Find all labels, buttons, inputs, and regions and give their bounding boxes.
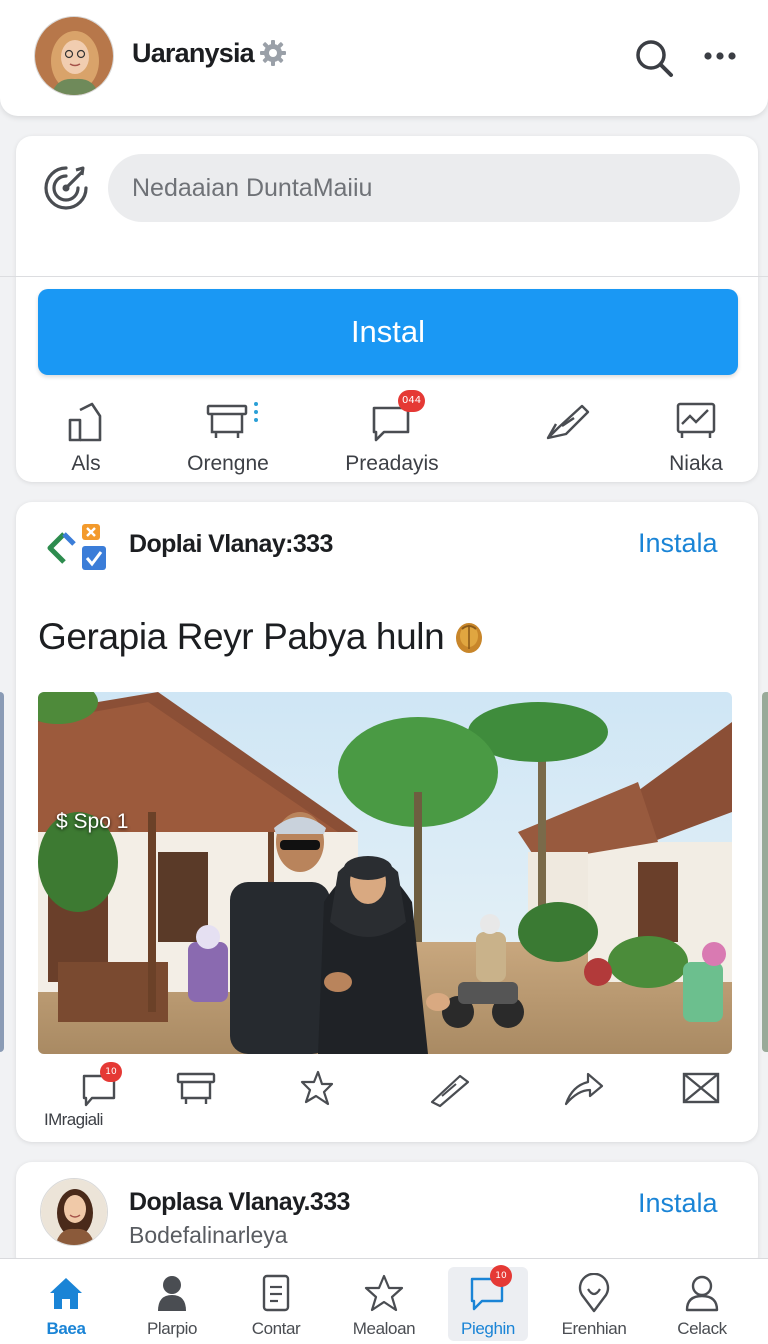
action-orengne[interactable]: Orengne	[168, 398, 288, 476]
shell-emoji-icon	[452, 619, 486, 655]
person-icon	[152, 1273, 192, 1313]
notification-badge: 10	[100, 1062, 122, 1082]
post-card-2: Doplasa Vlanay.333 Bodefalinarleya Insta…	[16, 1162, 758, 1272]
post2-author[interactable]: Doplasa Vlanay.333	[129, 1188, 350, 1217]
more-icon[interactable]	[700, 40, 740, 72]
post-action-pen[interactable]	[420, 1068, 480, 1128]
mail-icon	[678, 1068, 722, 1108]
pen-icon	[428, 1068, 472, 1108]
action-label: Niaka	[669, 452, 723, 475]
post-photo[interactable]	[38, 692, 732, 1054]
divider	[0, 276, 768, 277]
verified-gear-icon	[258, 38, 288, 68]
post-text-content: Gerapia Reyr Pabya huln	[38, 616, 445, 657]
profile-avatar[interactable]	[34, 16, 114, 96]
nav-celack[interactable]: Celack	[650, 1267, 754, 1341]
nav-label: Pieghin	[461, 1319, 515, 1338]
chart-icon	[672, 398, 720, 444]
action-pen[interactable]	[508, 398, 628, 476]
nav-erenhian[interactable]: Erenhian	[542, 1267, 646, 1341]
notification-badge: 10	[490, 1265, 512, 1287]
top-bar: Uaranysia	[0, 0, 768, 116]
nav-pieghin[interactable]: 10 Pieghin	[448, 1265, 528, 1341]
star-icon	[294, 1068, 338, 1108]
action-preadayis[interactable]: 044 Preadayis	[332, 390, 452, 476]
action-als[interactable]: Als	[26, 398, 146, 476]
chat-icon: 10	[468, 1265, 512, 1313]
nav-label: Celack	[677, 1319, 727, 1338]
action-label: Orengne	[187, 452, 269, 475]
post-action-tray[interactable]	[166, 1068, 226, 1128]
post-install-link[interactable]: Instala	[638, 528, 718, 559]
post-card: Doplai Vlanay:333 Instala Gerapia Reyr P…	[16, 502, 758, 1142]
comment-icon: 10	[78, 1062, 122, 1108]
nav-mealoan[interactable]: Mealoan	[332, 1267, 436, 1341]
nav-home[interactable]: Baea	[14, 1267, 118, 1341]
bottom-nav: Baea Plarpio Contar Mealoan 10 Pieghin E…	[0, 1258, 768, 1344]
image-caption: $ Spo 1	[56, 810, 129, 833]
nav-label: Mealoan	[352, 1319, 416, 1338]
profile-icon	[682, 1273, 722, 1313]
tray-icon	[174, 1068, 218, 1108]
nav-label: Baea	[46, 1319, 86, 1338]
pen-icon	[544, 398, 592, 444]
notification-badge: 044	[398, 390, 426, 412]
location-icon	[574, 1273, 614, 1313]
post2-install-link[interactable]: Instala	[638, 1188, 718, 1219]
nav-label: Contar	[251, 1319, 301, 1338]
app-logo-icon	[44, 520, 110, 576]
nav-plarpio[interactable]: Plarpio	[120, 1267, 224, 1341]
action-niaka[interactable]: Niaka	[636, 398, 756, 476]
tray-icon	[204, 398, 258, 444]
post-text: Gerapia Reyr Pabya huln	[38, 616, 486, 658]
nav-label: Erenhian	[561, 1319, 627, 1338]
composer-input[interactable]	[108, 154, 740, 222]
carousel-peek-right[interactable]	[762, 692, 768, 1052]
bookmark-icon	[62, 398, 110, 444]
target-icon[interactable]	[42, 162, 90, 214]
nav-contar[interactable]: Contar	[224, 1267, 328, 1341]
author-avatar[interactable]	[40, 1178, 108, 1246]
star-icon	[364, 1273, 404, 1313]
post-author[interactable]: Doplai Vlanay:333	[129, 530, 333, 559]
post-action-label: IMragiali	[44, 1110, 103, 1129]
post2-subtitle: Bodefalinarleya	[129, 1222, 288, 1248]
home-icon	[46, 1273, 86, 1313]
username[interactable]: Uaranysia	[132, 38, 255, 69]
post-action-mail[interactable]	[670, 1068, 730, 1128]
document-icon	[256, 1273, 296, 1313]
post-action-share[interactable]	[554, 1068, 614, 1128]
share-icon	[562, 1068, 606, 1108]
install-button[interactable]: Instal	[38, 289, 738, 375]
nav-label: Plarpio	[146, 1319, 198, 1338]
comment-icon: 044	[368, 390, 426, 444]
search-icon[interactable]	[632, 36, 676, 80]
carousel-peek-left[interactable]	[0, 692, 4, 1052]
composer-card: Instal Als Orengne	[0, 136, 768, 482]
action-label: Preadayis	[345, 452, 439, 475]
post-action-star[interactable]	[286, 1068, 346, 1128]
action-label: Als	[71, 452, 101, 475]
